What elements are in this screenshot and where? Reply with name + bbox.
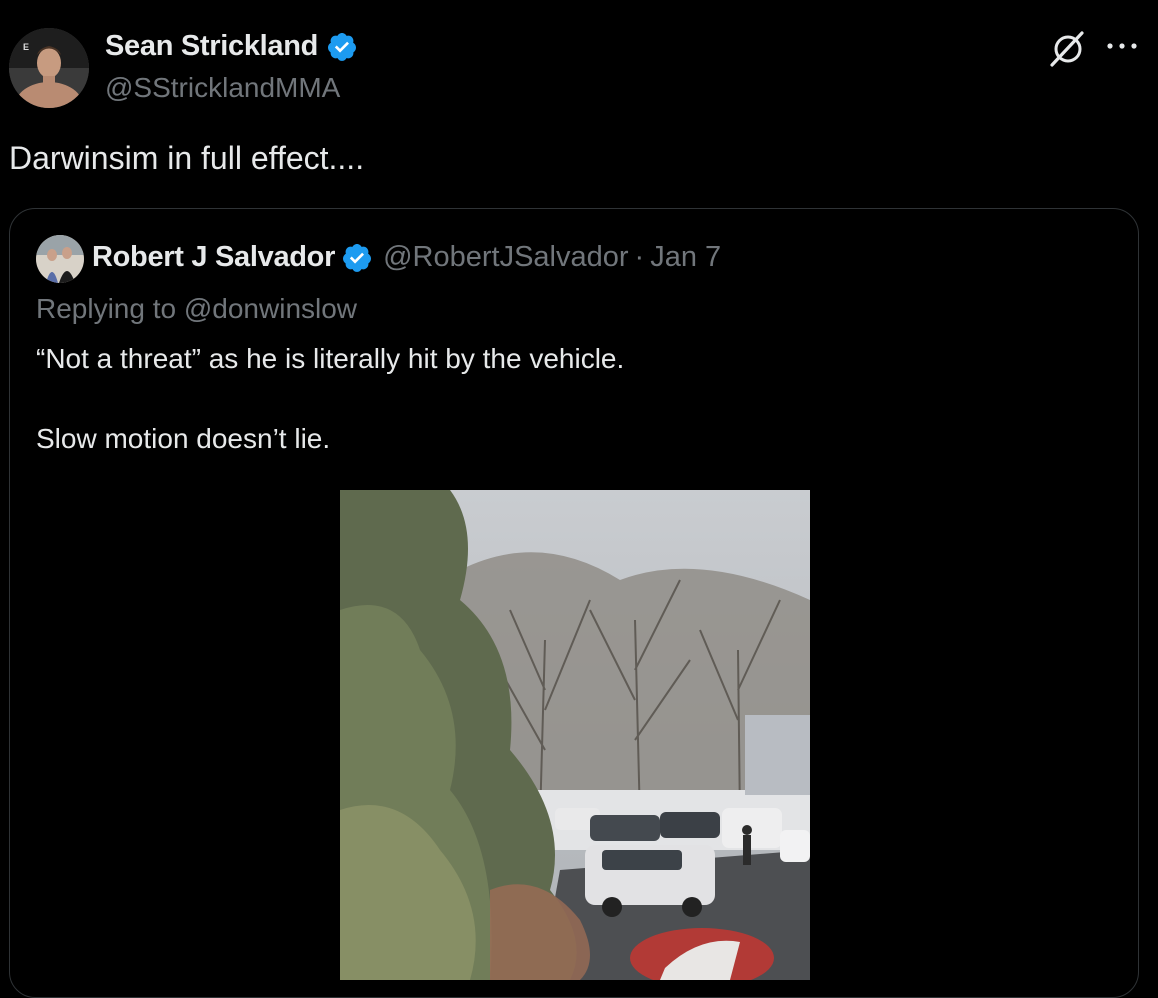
quote-verified-badge-icon <box>343 243 372 272</box>
tweet-text: Darwinsim in full effect.... <box>9 140 365 176</box>
quote-text-line: Slow motion doesn’t lie. <box>36 423 331 454</box>
author-avatar-image: E <box>9 28 89 108</box>
author-name-text: Sean Strickland <box>105 30 319 62</box>
author-name[interactable]: Sean Strickland <box>105 30 358 63</box>
quote-video-media[interactable] <box>340 490 810 980</box>
quote-author-avatar[interactable] <box>36 235 84 283</box>
quote-header: Robert J Salvador @RobertJSalvador · Jan… <box>92 241 721 274</box>
quote-text-line: “Not a threat” as he is literally hit by… <box>36 343 625 374</box>
quote-author-name[interactable]: Robert J Salvador <box>92 241 335 274</box>
quote-replying-to[interactable]: Replying to @donwinslow <box>36 293 357 325</box>
author-handle[interactable]: @SStricklandMMA <box>105 72 340 104</box>
avatar-badge: E <box>23 42 29 52</box>
quote-separator: · <box>634 241 645 273</box>
more-icon[interactable] <box>1105 36 1139 56</box>
quote-author-handle[interactable]: @RobertJSalvador <box>383 241 628 274</box>
author-avatar[interactable]: E <box>9 28 89 108</box>
grok-icon[interactable] <box>1046 28 1088 70</box>
quote-avatar-image <box>36 235 84 283</box>
verified-badge-icon <box>328 32 357 61</box>
video-thumbnail-image <box>340 490 810 980</box>
quote-tweet-card[interactable]: Robert J Salvador @RobertJSalvador · Jan… <box>9 208 1139 998</box>
quote-date[interactable]: Jan 7 <box>650 241 721 274</box>
